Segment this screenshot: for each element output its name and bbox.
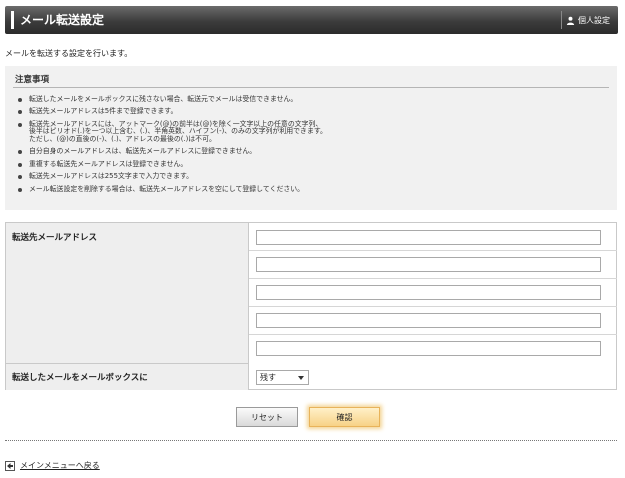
keep-label-cell: 転送したメールをメールボックスに <box>6 364 249 390</box>
forward-address-input-1[interactable] <box>256 230 601 245</box>
dotted-divider <box>5 440 617 441</box>
confirm-button[interactable]: 確認 <box>309 407 380 427</box>
forward-address-input-5[interactable] <box>256 341 601 356</box>
person-icon <box>566 16 575 25</box>
chevron-down-icon <box>298 376 304 380</box>
back-link-label: メインメニューへ戻る <box>20 461 100 470</box>
row-divider <box>249 278 617 279</box>
address-label-cell: 転送先メールアドレス <box>6 223 249 364</box>
forward-address-input-3[interactable] <box>256 285 601 300</box>
address-label: 転送先メールアドレス <box>12 233 98 243</box>
personal-settings-link[interactable]: 個人設定 <box>566 14 610 26</box>
notice-title: 注意事項 <box>15 75 50 85</box>
row-divider <box>249 306 617 307</box>
notice-item: 転送したメールをメールボックスに残さない場合、転送元でメールは受信できません。 <box>18 95 608 104</box>
notice-list: 転送したメールをメールボックスに残さない場合、転送元でメールは受信できません。 … <box>18 95 608 198</box>
notice-item: メール転送設定を削除する場合は、転送先メールアドレスを空にして登録してください。 <box>18 185 608 194</box>
header-accent-bar <box>11 11 14 29</box>
keep-mail-select-value: 残す <box>260 373 276 382</box>
page-title: メール転送設定 <box>20 13 105 27</box>
notice-item: 転送先メールアドレスには、アットマーク(@)の前半は(@)を除く一文字以上の任意… <box>18 120 608 144</box>
forward-address-input-4[interactable] <box>256 313 601 328</box>
reset-button[interactable]: リセット <box>236 407 298 427</box>
forward-address-input-2[interactable] <box>256 257 601 272</box>
notice-item: 転送先メールアドレスは255文字まで入力できます。 <box>18 173 608 181</box>
notice-item: 転送先メールアドレスは5件まで登録できます。 <box>18 108 608 116</box>
keep-mail-select[interactable]: 残す <box>256 370 309 385</box>
personal-settings-label: 個人設定 <box>578 15 610 25</box>
forward-settings-table: 転送先メールアドレス 転送したメールをメールボックスに 残す <box>5 222 617 390</box>
notice-item: 重複する転送先メールアドレスは登録できません。 <box>18 160 608 169</box>
notice-panel: 注意事項 転送したメールをメールボックスに残さない場合、転送元でメールは受信でき… <box>5 66 617 210</box>
notice-divider <box>13 87 609 88</box>
back-arrow-icon <box>5 460 15 471</box>
back-to-main-menu-link[interactable]: メインメニューへ戻る <box>5 460 100 471</box>
keep-label: 転送したメールをメールボックスに <box>12 373 148 383</box>
header-divider <box>561 11 562 29</box>
row-divider <box>249 334 617 335</box>
row-divider <box>249 250 617 251</box>
intro-text: メールを転送する設定を行います。 <box>5 49 133 58</box>
page-header: メール転送設定 個人設定 <box>5 6 618 34</box>
notice-item: 自分自身のメールアドレスは、転送先メールアドレスに登録できません。 <box>18 148 608 156</box>
